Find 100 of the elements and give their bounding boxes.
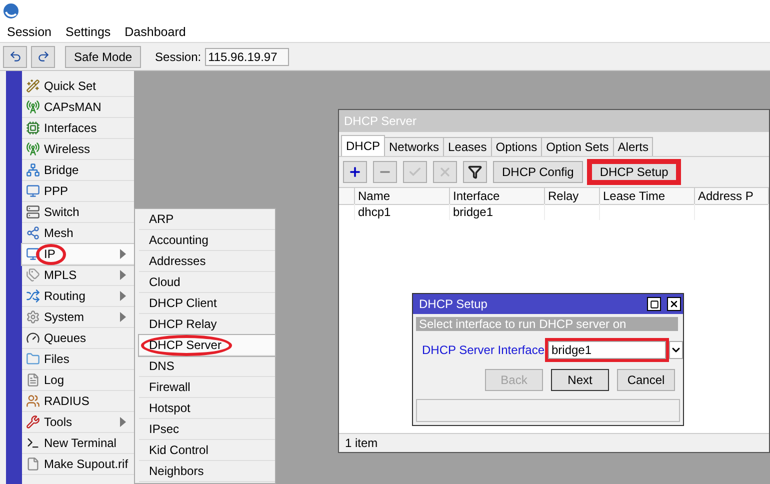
check-icon (408, 165, 422, 179)
column-header[interactable]: Relay (545, 188, 600, 205)
submenu-arrow-icon (120, 270, 126, 280)
session-label: Session: (155, 50, 202, 64)
submenu-item[interactable]: DHCP Client (139, 293, 275, 314)
add-button[interactable] (343, 161, 367, 183)
item-label: DHCP Server (141, 334, 232, 356)
antenna-icon (26, 142, 40, 156)
status-text: 1 item (339, 433, 769, 452)
shuffle-icon (26, 289, 40, 303)
item-label: Accounting (149, 234, 208, 246)
submenu-item[interactable]: ARP (139, 209, 275, 230)
window-button[interactable]: DHCP Config (493, 161, 583, 183)
menu-item[interactable]: Settings (58, 25, 118, 39)
item-label: ARP (149, 212, 174, 226)
item-label: Bridge (44, 164, 79, 176)
table-cell: dhcp1 (355, 204, 450, 220)
undo-button[interactable] (3, 46, 27, 68)
safe-mode-button[interactable]: Safe Mode (65, 46, 142, 68)
gauge-icon (26, 331, 40, 345)
item-label: Routing (44, 290, 86, 302)
submenu-item[interactable]: Addresses (139, 251, 275, 272)
chip-icon (26, 121, 40, 135)
dropdown-button[interactable] (668, 341, 682, 359)
item-label: Switch (44, 206, 80, 218)
redo-button[interactable] (31, 46, 55, 68)
item-label: CAPsMAN (44, 100, 102, 114)
tab[interactable]: Networks (384, 137, 444, 156)
close-icon (669, 299, 679, 309)
file-icon (26, 457, 40, 471)
column-header[interactable]: Name (355, 188, 450, 205)
item-label: Neighbors (149, 464, 204, 478)
monitor-icon (26, 184, 40, 198)
document-icon (26, 373, 40, 387)
folder-icon (26, 352, 40, 366)
tab[interactable]: Options (490, 137, 542, 156)
item-label: Kid Control (149, 444, 208, 456)
menu-item[interactable]: Dashboard (118, 25, 193, 39)
submenu-arrow-icon (120, 417, 126, 427)
window-button[interactable]: DHCP Setup (588, 161, 680, 183)
maximize-button[interactable] (647, 297, 661, 311)
submenu-item[interactable]: IPsec (139, 419, 275, 440)
filter-button[interactable] (463, 161, 487, 183)
column-header[interactable]: Address P (695, 188, 769, 205)
item-label: Tools (44, 416, 72, 428)
network-icon (26, 163, 40, 177)
submenu-item[interactable]: Cloud (139, 272, 275, 293)
item-label: IP (36, 244, 66, 264)
item-label: Make Supout.rif (44, 458, 128, 470)
item-label: System (44, 310, 84, 324)
dialog-button[interactable]: Next (551, 369, 609, 391)
item-label: RADIUS (44, 394, 90, 408)
item-label: Wireless (44, 142, 90, 156)
menu-item[interactable]: Session (0, 25, 58, 39)
tags-icon (26, 268, 40, 282)
people-icon (26, 394, 40, 408)
item-label: Log (44, 374, 64, 386)
monitor-icon (26, 247, 40, 261)
close-button[interactable] (667, 297, 681, 311)
submenu-item[interactable]: DHCP Server (139, 335, 275, 356)
submenu-item[interactable]: DNS (139, 356, 275, 377)
sidebar-item[interactable]: IP (22, 244, 134, 265)
item-label: Cloud (149, 276, 180, 288)
sidebar-item[interactable]: System (22, 307, 134, 328)
column-header[interactable]: Lease Time (600, 188, 695, 205)
item-label: Hotspot (149, 402, 190, 414)
tab[interactable]: DHCP (341, 135, 386, 156)
column-header[interactable]: Interface (450, 188, 545, 205)
submenu-item[interactable]: Hotspot (139, 398, 275, 419)
tab[interactable]: Leases (443, 137, 492, 156)
item-label: Mesh (44, 226, 74, 240)
item-label: DNS (149, 360, 174, 372)
submenu-item[interactable]: Firewall (139, 377, 275, 398)
dialog-title: DHCP Setup (419, 297, 488, 311)
terminal-icon (26, 436, 40, 450)
submenu-item[interactable]: Accounting (139, 230, 275, 251)
submenu-item[interactable]: Kid Control (139, 440, 275, 461)
item-label: Queues (44, 332, 86, 344)
item-label: Addresses (149, 254, 206, 268)
item-label: Firewall (149, 380, 190, 394)
session-field[interactable]: 115.96.19.97 (205, 48, 290, 66)
item-label: Files (44, 352, 70, 366)
filter-icon (468, 165, 482, 179)
wrench-icon (26, 415, 40, 429)
wand-icon (26, 79, 40, 93)
tab[interactable]: Option Sets (541, 137, 614, 156)
submenu-arrow-icon (120, 312, 126, 322)
nodes-icon (26, 226, 40, 240)
dialog-button[interactable]: Cancel (617, 369, 675, 391)
server-icon (26, 205, 40, 219)
item-label: DHCP Relay (149, 318, 217, 330)
redo-icon (36, 50, 50, 63)
logo-icon (3, 3, 19, 19)
submenu-item[interactable]: Neighbors (139, 461, 275, 482)
antenna-icon (26, 100, 40, 114)
table-cell: bridge1 (450, 204, 545, 220)
submenu-arrow-icon (120, 249, 126, 259)
tab[interactable]: Alerts (612, 137, 654, 156)
submenu-arrow-icon (120, 291, 126, 301)
item-label: IPsec (149, 422, 180, 436)
